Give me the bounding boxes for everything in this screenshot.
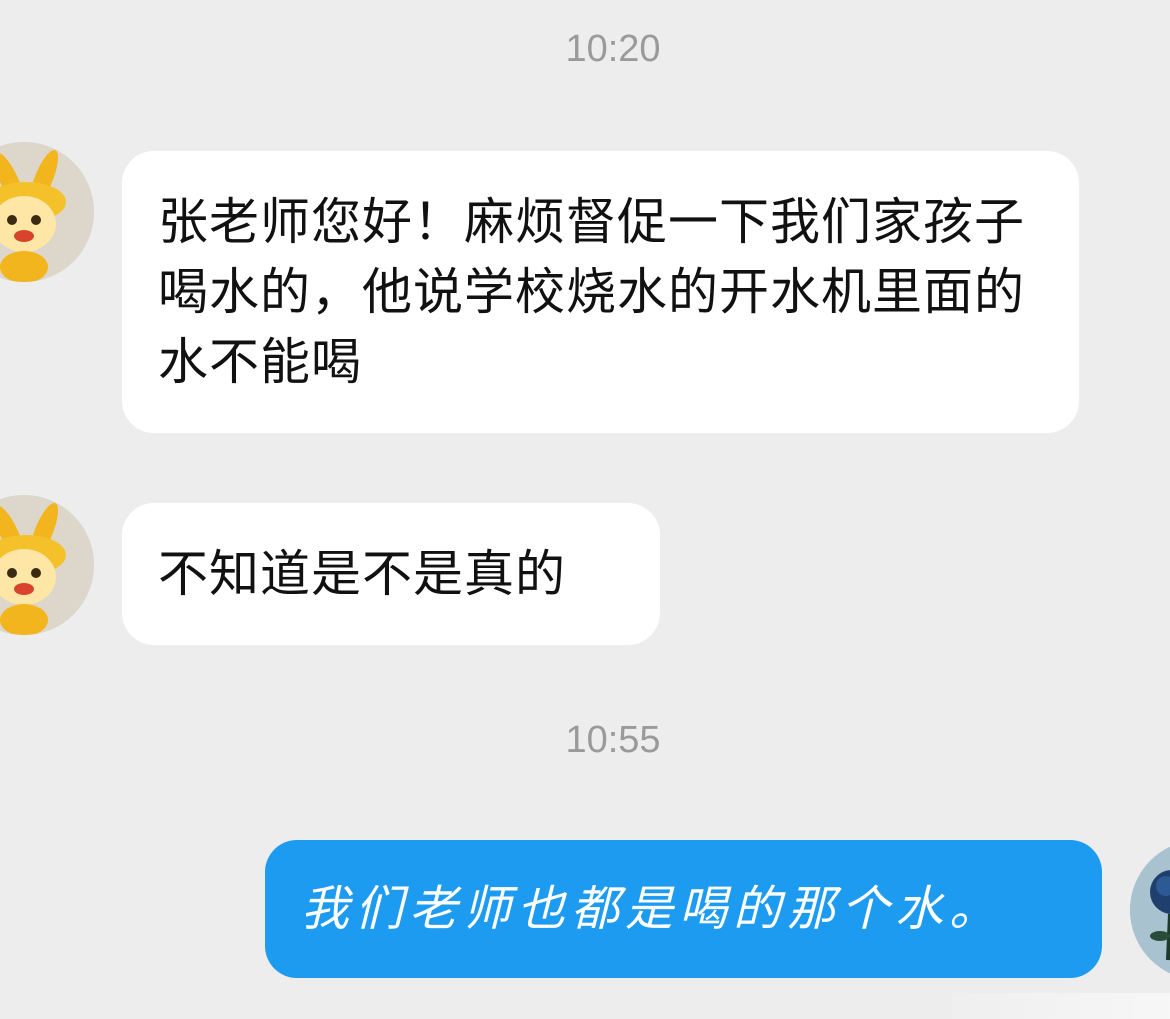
blue-rose-avatar-icon [1130, 840, 1170, 980]
message-text: 不知道是不是真的 [158, 545, 566, 603]
timestamp: 10:55 [565, 719, 661, 761]
watermark-strip [952, 993, 1170, 1019]
incoming-message-bubble[interactable]: 张老师您好！麻烦督促一下我们家孩子喝水的，他说学校烧水的开水机里面的水不能喝 [122, 151, 1079, 433]
golden-bunny-avatar-icon [0, 142, 94, 282]
incoming-message-bubble[interactable]: 不知道是不是真的 [122, 503, 660, 645]
chat-conversation[interactable]: 10:20 张老师您好！麻烦督促一下我们家孩子喝水的，他说学校烧水的开水机里面的… [0, 0, 1170, 1019]
golden-bunny-avatar-icon [0, 495, 94, 635]
outgoing-message-bubble[interactable]: 我们老师也都是喝的那个水。 [265, 840, 1102, 978]
message-text: 张老师您好！麻烦督促一下我们家孩子喝水的，他说学校烧水的开水机里面的水不能喝 [158, 193, 1025, 391]
contact-avatar[interactable] [0, 142, 94, 282]
contact-avatar[interactable] [0, 495, 94, 635]
message-text: 我们老师也都是喝的那个水。 [301, 881, 1004, 937]
self-avatar[interactable] [1130, 840, 1170, 980]
timestamp: 10:20 [565, 28, 661, 70]
